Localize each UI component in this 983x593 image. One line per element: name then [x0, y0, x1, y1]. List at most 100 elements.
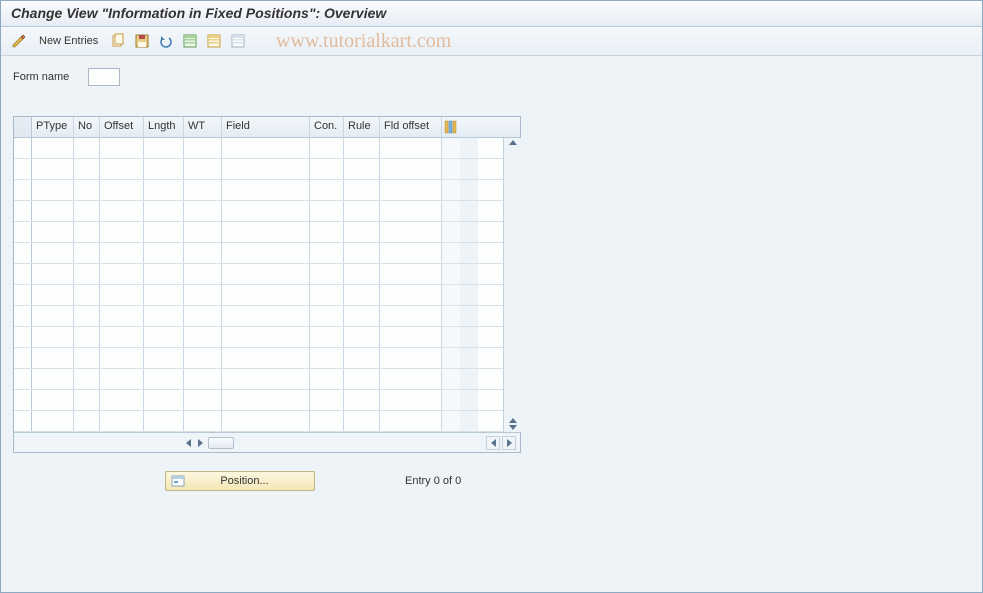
cell-wt[interactable] — [184, 243, 222, 263]
cell-fldoffset[interactable] — [380, 159, 442, 179]
col-header-no[interactable]: No — [74, 117, 100, 137]
cell-no[interactable] — [74, 411, 100, 431]
col-header-offset[interactable]: Offset — [100, 117, 144, 137]
table-row[interactable] — [14, 327, 520, 348]
cell-fldoffset[interactable] — [380, 243, 442, 263]
cell-field[interactable] — [222, 264, 310, 284]
cell-rule[interactable] — [344, 201, 380, 221]
cell-lngth[interactable] — [144, 306, 184, 326]
cell-lngth[interactable] — [144, 222, 184, 242]
cell-ptype[interactable] — [32, 264, 74, 284]
cell-rule[interactable] — [344, 264, 380, 284]
cell-offset[interactable] — [100, 159, 144, 179]
cell-con[interactable] — [310, 327, 344, 347]
cell-no[interactable] — [74, 201, 100, 221]
cell-offset[interactable] — [100, 243, 144, 263]
cell-offset[interactable] — [100, 285, 144, 305]
cell-field[interactable] — [222, 138, 310, 158]
row-selector[interactable] — [14, 264, 32, 284]
cell-no[interactable] — [74, 369, 100, 389]
cell-lngth[interactable] — [144, 201, 184, 221]
cell-fldoffset[interactable] — [380, 390, 442, 410]
table-row[interactable] — [14, 411, 520, 432]
col-header-rule[interactable]: Rule — [344, 117, 380, 137]
scroll-up-secondary-icon[interactable] — [509, 418, 517, 423]
table-row[interactable] — [14, 243, 520, 264]
cell-ptype[interactable] — [32, 159, 74, 179]
deselect-all-icon[interactable] — [228, 31, 248, 51]
cell-wt[interactable] — [184, 348, 222, 368]
cell-rule[interactable] — [344, 348, 380, 368]
cell-rule[interactable] — [344, 159, 380, 179]
row-selector[interactable] — [14, 201, 32, 221]
col-header-ptype[interactable]: PType — [32, 117, 74, 137]
cell-no[interactable] — [74, 180, 100, 200]
table-row[interactable] — [14, 201, 520, 222]
cell-offset[interactable] — [100, 138, 144, 158]
table-row[interactable] — [14, 285, 520, 306]
cell-fldoffset[interactable] — [380, 180, 442, 200]
cell-rule[interactable] — [344, 306, 380, 326]
select-block-icon[interactable] — [204, 31, 224, 51]
cell-lngth[interactable] — [144, 138, 184, 158]
cell-offset[interactable] — [100, 390, 144, 410]
cell-con[interactable] — [310, 411, 344, 431]
vertical-scrollbar[interactable] — [503, 138, 521, 432]
table-row[interactable] — [14, 306, 520, 327]
cell-fldoffset[interactable] — [380, 348, 442, 368]
cell-con[interactable] — [310, 306, 344, 326]
cell-con[interactable] — [310, 369, 344, 389]
cell-fldoffset[interactable] — [380, 138, 442, 158]
hscroll-last-icon[interactable] — [502, 436, 516, 450]
cell-offset[interactable] — [100, 306, 144, 326]
table-row[interactable] — [14, 138, 520, 159]
hscroll-left-icon[interactable] — [182, 436, 194, 450]
table-row[interactable] — [14, 390, 520, 411]
cell-ptype[interactable] — [32, 201, 74, 221]
cell-field[interactable] — [222, 285, 310, 305]
cell-wt[interactable] — [184, 264, 222, 284]
cell-lngth[interactable] — [144, 159, 184, 179]
cell-fldoffset[interactable] — [380, 306, 442, 326]
cell-ptype[interactable] — [32, 138, 74, 158]
cell-lngth[interactable] — [144, 369, 184, 389]
cell-fldoffset[interactable] — [380, 369, 442, 389]
cell-con[interactable] — [310, 264, 344, 284]
cell-con[interactable] — [310, 243, 344, 263]
cell-ptype[interactable] — [32, 327, 74, 347]
cell-wt[interactable] — [184, 369, 222, 389]
cell-no[interactable] — [74, 222, 100, 242]
copy-as-icon[interactable] — [108, 31, 128, 51]
cell-rule[interactable] — [344, 222, 380, 242]
hscroll-right-icon[interactable] — [194, 436, 206, 450]
cell-ptype[interactable] — [32, 411, 74, 431]
position-button[interactable]: Position... — [165, 471, 315, 491]
cell-fldoffset[interactable] — [380, 327, 442, 347]
table-row[interactable] — [14, 264, 520, 285]
row-selector[interactable] — [14, 327, 32, 347]
cell-wt[interactable] — [184, 306, 222, 326]
cell-field[interactable] — [222, 369, 310, 389]
cell-ptype[interactable] — [32, 180, 74, 200]
row-selector[interactable] — [14, 285, 32, 305]
cell-field[interactable] — [222, 180, 310, 200]
cell-rule[interactable] — [344, 390, 380, 410]
cell-field[interactable] — [222, 327, 310, 347]
cell-ptype[interactable] — [32, 222, 74, 242]
select-all-icon[interactable] — [180, 31, 200, 51]
cell-lngth[interactable] — [144, 243, 184, 263]
cell-offset[interactable] — [100, 180, 144, 200]
cell-offset[interactable] — [100, 348, 144, 368]
cell-con[interactable] — [310, 201, 344, 221]
cell-offset[interactable] — [100, 264, 144, 284]
cell-wt[interactable] — [184, 159, 222, 179]
cell-con[interactable] — [310, 159, 344, 179]
cell-no[interactable] — [74, 390, 100, 410]
cell-wt[interactable] — [184, 285, 222, 305]
cell-ptype[interactable] — [32, 390, 74, 410]
cell-fldoffset[interactable] — [380, 285, 442, 305]
cell-wt[interactable] — [184, 201, 222, 221]
cell-ptype[interactable] — [32, 348, 74, 368]
row-selector[interactable] — [14, 390, 32, 410]
hscroll-thumb[interactable] — [208, 437, 234, 449]
